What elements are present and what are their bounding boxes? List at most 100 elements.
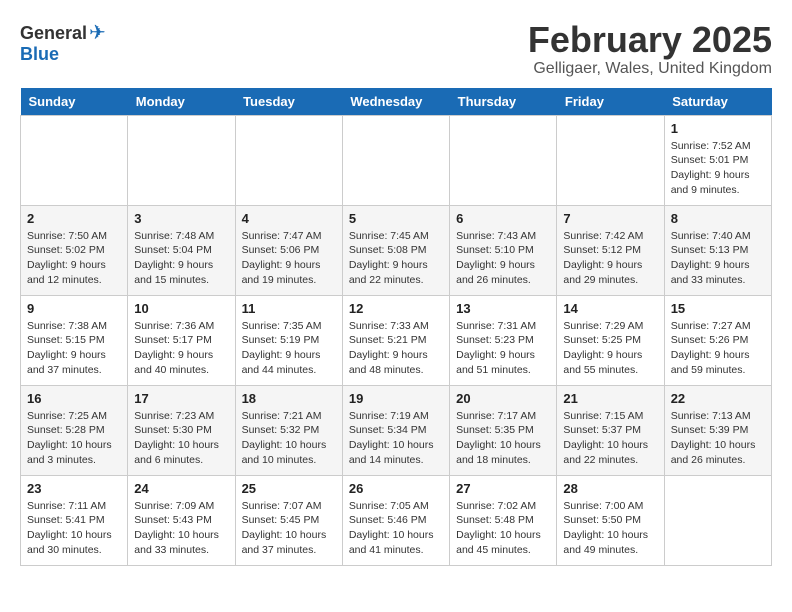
calendar-title: February 2025: [528, 20, 772, 60]
day-number: 3: [134, 211, 228, 226]
day-number: 17: [134, 391, 228, 406]
calendar-cell: 28 Sunrise: 7:00 AM Sunset: 5:50 PM Dayli…: [557, 475, 664, 565]
day-number: 23: [27, 481, 121, 496]
calendar-week-row: 23 Sunrise: 7:11 AM Sunset: 5:41 PM Dayli…: [21, 475, 772, 565]
day-number: 12: [349, 301, 443, 316]
calendar-cell: 11 Sunrise: 7:35 AM Sunset: 5:19 PM Dayli…: [235, 295, 342, 385]
calendar-cell: 10 Sunrise: 7:36 AM Sunset: 5:17 PM Dayli…: [128, 295, 235, 385]
day-info: Sunrise: 7:25 AM Sunset: 5:28 PM Dayligh…: [27, 409, 121, 468]
day-info: Sunrise: 7:35 AM Sunset: 5:19 PM Dayligh…: [242, 319, 336, 378]
day-info: Sunrise: 7:29 AM Sunset: 5:25 PM Dayligh…: [563, 319, 657, 378]
day-info: Sunrise: 7:36 AM Sunset: 5:17 PM Dayligh…: [134, 319, 228, 378]
calendar-cell: [128, 115, 235, 205]
calendar-week-row: 1 Sunrise: 7:52 AM Sunset: 5:01 PM Daylig…: [21, 115, 772, 205]
day-header-monday: Monday: [128, 88, 235, 116]
calendar-cell: 4 Sunrise: 7:47 AM Sunset: 5:06 PM Daylig…: [235, 205, 342, 295]
day-number: 11: [242, 301, 336, 316]
calendar-table: SundayMondayTuesdayWednesdayThursdayFrid…: [20, 88, 772, 566]
calendar-cell: 1 Sunrise: 7:52 AM Sunset: 5:01 PM Daylig…: [664, 115, 771, 205]
calendar-header-row: SundayMondayTuesdayWednesdayThursdayFrid…: [21, 88, 772, 116]
calendar-cell: 20 Sunrise: 7:17 AM Sunset: 5:35 PM Dayli…: [450, 385, 557, 475]
calendar-cell: [21, 115, 128, 205]
day-info: Sunrise: 7:33 AM Sunset: 5:21 PM Dayligh…: [349, 319, 443, 378]
calendar-cell: [557, 115, 664, 205]
calendar-cell: 16 Sunrise: 7:25 AM Sunset: 5:28 PM Dayli…: [21, 385, 128, 475]
day-number: 10: [134, 301, 228, 316]
day-info: Sunrise: 7:48 AM Sunset: 5:04 PM Dayligh…: [134, 229, 228, 288]
calendar-cell: [235, 115, 342, 205]
day-header-tuesday: Tuesday: [235, 88, 342, 116]
day-number: 16: [27, 391, 121, 406]
calendar-cell: 12 Sunrise: 7:33 AM Sunset: 5:21 PM Dayli…: [342, 295, 449, 385]
calendar-cell: 5Sunrise: 7:45 AM Sunset: 5:08 PM Daylig…: [342, 205, 449, 295]
day-number: 15: [671, 301, 765, 316]
day-info: Sunrise: 7:38 AM Sunset: 5:15 PM Dayligh…: [27, 319, 121, 378]
calendar-week-row: 2Sunrise: 7:50 AM Sunset: 5:02 PM Daylig…: [21, 205, 772, 295]
calendar-cell: [664, 475, 771, 565]
calendar-cell: 7Sunrise: 7:42 AM Sunset: 5:12 PM Daylig…: [557, 205, 664, 295]
calendar-cell: 8 Sunrise: 7:40 AM Sunset: 5:13 PM Daylig…: [664, 205, 771, 295]
day-info: Sunrise: 7:02 AM Sunset: 5:48 PM Dayligh…: [456, 499, 550, 558]
calendar-title-section: February 2025 Gelligaer, Wales, United K…: [528, 20, 772, 78]
calendar-cell: 21Sunrise: 7:15 AM Sunset: 5:37 PM Dayli…: [557, 385, 664, 475]
calendar-cell: 15Sunrise: 7:27 AM Sunset: 5:26 PM Dayli…: [664, 295, 771, 385]
logo: General ✈ Blue: [20, 20, 106, 65]
day-number: 18: [242, 391, 336, 406]
calendar-week-row: 9 Sunrise: 7:38 AM Sunset: 5:15 PM Daylig…: [21, 295, 772, 385]
calendar-cell: 14Sunrise: 7:29 AM Sunset: 5:25 PM Dayli…: [557, 295, 664, 385]
day-info: Sunrise: 7:00 AM Sunset: 5:50 PM Dayligh…: [563, 499, 657, 558]
day-number: 26: [349, 481, 443, 496]
calendar-cell: 13Sunrise: 7:31 AM Sunset: 5:23 PM Dayli…: [450, 295, 557, 385]
calendar-cell: [342, 115, 449, 205]
calendar-cell: 19 Sunrise: 7:19 AM Sunset: 5:34 PM Dayli…: [342, 385, 449, 475]
day-number: 22: [671, 391, 765, 406]
day-number: 19: [349, 391, 443, 406]
calendar-cell: 25Sunrise: 7:07 AM Sunset: 5:45 PM Dayli…: [235, 475, 342, 565]
day-number: 20: [456, 391, 550, 406]
day-number: 6: [456, 211, 550, 226]
day-info: Sunrise: 7:05 AM Sunset: 5:46 PM Dayligh…: [349, 499, 443, 558]
day-number: 4: [242, 211, 336, 226]
calendar-cell: 3 Sunrise: 7:48 AM Sunset: 5:04 PM Daylig…: [128, 205, 235, 295]
calendar-cell: 18 Sunrise: 7:21 AM Sunset: 5:32 PM Dayli…: [235, 385, 342, 475]
day-header-saturday: Saturday: [664, 88, 771, 116]
day-info: Sunrise: 7:21 AM Sunset: 5:32 PM Dayligh…: [242, 409, 336, 468]
day-info: Sunrise: 7:40 AM Sunset: 5:13 PM Dayligh…: [671, 229, 765, 288]
day-header-friday: Friday: [557, 88, 664, 116]
day-number: 27: [456, 481, 550, 496]
day-number: 25: [242, 481, 336, 496]
calendar-cell: 2Sunrise: 7:50 AM Sunset: 5:02 PM Daylig…: [21, 205, 128, 295]
day-info: Sunrise: 7:47 AM Sunset: 5:06 PM Dayligh…: [242, 229, 336, 288]
day-number: 28: [563, 481, 657, 496]
calendar-cell: [450, 115, 557, 205]
calendar-cell: 22 Sunrise: 7:13 AM Sunset: 5:39 PM Dayli…: [664, 385, 771, 475]
day-number: 21: [563, 391, 657, 406]
day-number: 13: [456, 301, 550, 316]
calendar-cell: 26 Sunrise: 7:05 AM Sunset: 5:46 PM Dayli…: [342, 475, 449, 565]
logo-bird-icon: ✈: [89, 20, 106, 45]
day-info: Sunrise: 7:50 AM Sunset: 5:02 PM Dayligh…: [27, 229, 121, 288]
calendar-cell: 23 Sunrise: 7:11 AM Sunset: 5:41 PM Dayli…: [21, 475, 128, 565]
day-info: Sunrise: 7:19 AM Sunset: 5:34 PM Dayligh…: [349, 409, 443, 468]
day-number: 7: [563, 211, 657, 226]
day-info: Sunrise: 7:23 AM Sunset: 5:30 PM Dayligh…: [134, 409, 228, 468]
day-header-sunday: Sunday: [21, 88, 128, 116]
calendar-cell: 17 Sunrise: 7:23 AM Sunset: 5:30 PM Dayli…: [128, 385, 235, 475]
day-info: Sunrise: 7:52 AM Sunset: 5:01 PM Dayligh…: [671, 139, 765, 198]
day-info: Sunrise: 7:45 AM Sunset: 5:08 PM Dayligh…: [349, 229, 443, 288]
day-info: Sunrise: 7:43 AM Sunset: 5:10 PM Dayligh…: [456, 229, 550, 288]
calendar-cell: 27 Sunrise: 7:02 AM Sunset: 5:48 PM Dayli…: [450, 475, 557, 565]
page-header: General ✈ Blue February 2025 Gelligaer, …: [20, 20, 772, 78]
calendar-cell: 9 Sunrise: 7:38 AM Sunset: 5:15 PM Daylig…: [21, 295, 128, 385]
calendar-cell: 6 Sunrise: 7:43 AM Sunset: 5:10 PM Daylig…: [450, 205, 557, 295]
day-number: 24: [134, 481, 228, 496]
day-info: Sunrise: 7:11 AM Sunset: 5:41 PM Dayligh…: [27, 499, 121, 558]
day-info: Sunrise: 7:17 AM Sunset: 5:35 PM Dayligh…: [456, 409, 550, 468]
day-number: 8: [671, 211, 765, 226]
day-header-thursday: Thursday: [450, 88, 557, 116]
day-info: Sunrise: 7:13 AM Sunset: 5:39 PM Dayligh…: [671, 409, 765, 468]
day-info: Sunrise: 7:09 AM Sunset: 5:43 PM Dayligh…: [134, 499, 228, 558]
day-number: 9: [27, 301, 121, 316]
calendar-cell: 24 Sunrise: 7:09 AM Sunset: 5:43 PM Dayli…: [128, 475, 235, 565]
day-number: 1: [671, 121, 765, 136]
